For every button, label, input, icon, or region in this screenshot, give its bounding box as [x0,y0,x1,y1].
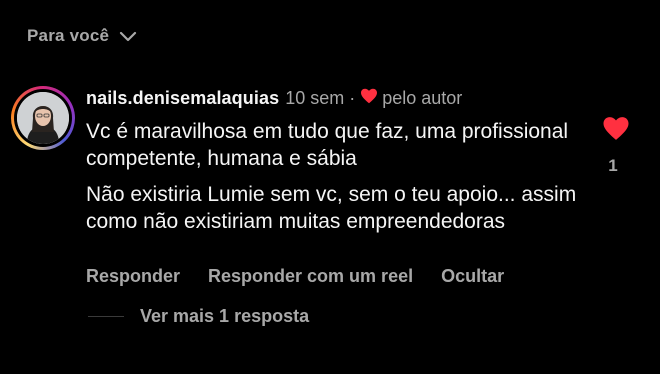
avatar-photo [17,92,69,144]
comment-age: 10 sem [285,88,345,108]
like-button[interactable] [596,116,636,146]
hide-button[interactable]: Ocultar [441,266,504,287]
comment-paragraph: Vc é maravilhosa em tudo que faz, uma pr… [86,120,569,170]
chevron-down-icon [119,30,137,42]
avatar[interactable] [11,86,75,150]
reply-button[interactable]: Responder [86,266,180,287]
heart-icon [602,116,630,146]
meta-separator: · [349,88,356,108]
heart-icon [360,88,378,109]
view-replies-label: Ver mais 1 resposta [140,306,310,326]
comment-paragraph: Não existiria Lumie sem vc, sem o teu ap… [86,183,577,233]
comment-header: nails.denisemalaquias 10 sem · pelo auto… [86,88,462,109]
reply-with-reel-button[interactable]: Responder com um reel [208,266,413,287]
comment-body: Vc é maravilhosa em tudo que faz, uma pr… [86,118,586,235]
feed-filter-dropdown[interactable]: Para você [27,26,137,46]
comment-actions: Responder Responder com um reel Ocultar [86,266,504,287]
feed-filter-label: Para você [27,26,110,45]
like-count: 1 [608,156,618,175]
liked-by-author-label: pelo autor [382,88,463,108]
view-replies-button[interactable]: Ver mais 1 resposta [88,306,309,327]
replies-divider [88,316,124,317]
comment-username[interactable]: nails.denisemalaquias [86,88,279,109]
